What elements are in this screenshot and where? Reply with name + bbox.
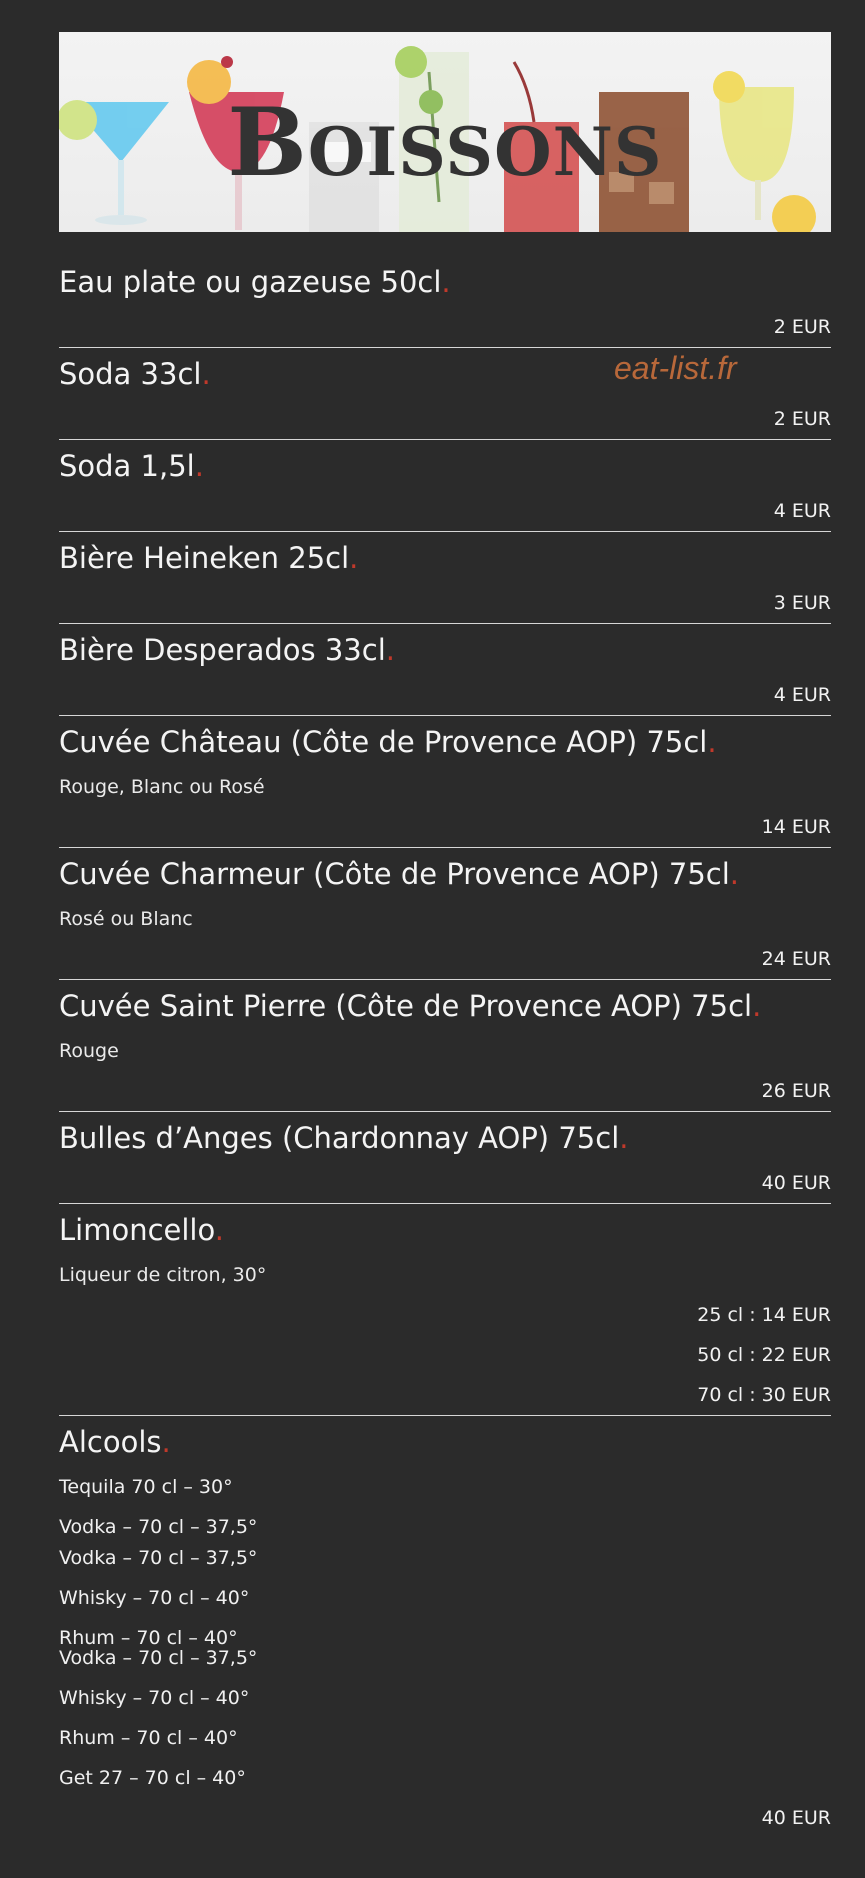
accent-dot: . (752, 989, 762, 1023)
accent-dot: . (214, 1213, 224, 1247)
divider (59, 623, 831, 624)
item-name: Soda 1,5l. (59, 449, 204, 483)
accent-dot: . (161, 1425, 171, 1459)
divider (59, 1203, 831, 1204)
menu-item: Cuvée Château (Côte de Provence AOP) 75c… (59, 728, 831, 848)
banner: Boissons (59, 32, 831, 232)
item-price: 14 EUR (761, 816, 831, 838)
item-price: 70 cl : 30 EUR (697, 1384, 831, 1406)
divider (59, 347, 831, 348)
accent-dot: . (619, 1121, 629, 1155)
item-description: Rouge (59, 1040, 119, 1062)
alcool-line: Whisky – 70 cl – 40° (59, 1687, 250, 1709)
accent-dot: . (707, 725, 717, 759)
accent-dot: . (201, 357, 211, 391)
item-price: 4 EUR (773, 500, 831, 522)
item-price: 2 EUR (773, 316, 831, 338)
item-name: Bière Desperados 33cl. (59, 633, 395, 667)
item-name: Limoncello. (59, 1213, 224, 1247)
menu-item: Bière Desperados 33cl. 4 EUR (59, 636, 831, 716)
item-price: 40 EUR (761, 1807, 831, 1829)
accent-dot: . (441, 265, 451, 299)
menu-item: Soda 33cl. 2 EUR (59, 360, 831, 440)
item-name: Bière Heineken 25cl. (59, 541, 359, 575)
menu-item: Limoncello. Liqueur de citron, 30° 25 cl… (59, 1216, 831, 1416)
item-name: Cuvée Château (Côte de Provence AOP) 75c… (59, 725, 717, 759)
item-price: 26 EUR (761, 1080, 831, 1102)
divider (59, 1415, 831, 1416)
item-name: Cuvée Saint Pierre (Côte de Provence AOP… (59, 989, 762, 1023)
accent-dot: . (385, 633, 395, 667)
divider (59, 979, 831, 980)
item-price: 25 cl : 14 EUR (697, 1304, 831, 1326)
page-title: Boissons (227, 88, 663, 198)
divider (59, 1111, 831, 1112)
item-price: 2 EUR (773, 408, 831, 430)
item-name: Cuvée Charmeur (Côte de Provence AOP) 75… (59, 857, 740, 891)
divider (59, 439, 831, 440)
item-description: Rouge, Blanc ou Rosé (59, 776, 265, 798)
alcool-line: Tequila 70 cl – 30° (59, 1476, 233, 1498)
menu-item: Soda 1,5l. 4 EUR (59, 452, 831, 532)
menu-item: Cuvée Saint Pierre (Côte de Provence AOP… (59, 992, 831, 1112)
menu-item: Eau plate ou gazeuse 50cl. 2 EUR (59, 268, 831, 348)
alcool-line: Vodka – 70 cl – 37,5° (59, 1547, 258, 1569)
item-price: 3 EUR (773, 592, 831, 614)
item-description: Liqueur de citron, 30° (59, 1264, 267, 1286)
item-price: 40 EUR (761, 1172, 831, 1194)
divider (59, 531, 831, 532)
item-price: 24 EUR (761, 948, 831, 970)
accent-dot: . (194, 449, 204, 483)
item-name: Alcools. (59, 1425, 171, 1459)
item-name: Eau plate ou gazeuse 50cl. (59, 265, 451, 299)
alcool-line: Get 27 – 70 cl – 40° (59, 1767, 246, 1789)
menu-item: Bulles d’Anges (Chardonnay AOP) 75cl. 40… (59, 1124, 831, 1204)
divider (59, 715, 831, 716)
accent-dot: . (349, 541, 359, 575)
item-name: Bulles d’Anges (Chardonnay AOP) 75cl. (59, 1121, 629, 1155)
alcool-line: Rhum – 70 cl – 40° (59, 1627, 238, 1649)
accent-dot: . (729, 857, 740, 891)
item-price: 4 EUR (773, 684, 831, 706)
item-name: Soda 33cl. (59, 357, 211, 391)
menu-item: Bière Heineken 25cl. 3 EUR (59, 544, 831, 624)
alcools-section-title: Alcools. (59, 1428, 831, 1468)
alcool-line: Whisky – 70 cl – 40° (59, 1587, 250, 1609)
alcool-line: Vodka – 70 cl – 37,5° (59, 1647, 258, 1669)
divider (59, 847, 831, 848)
item-description: Rosé ou Blanc (59, 908, 193, 930)
menu-item: Cuvée Charmeur (Côte de Provence AOP) 75… (59, 860, 831, 980)
item-price: 50 cl : 22 EUR (697, 1344, 831, 1366)
alcool-line: Vodka – 70 cl – 37,5° (59, 1516, 258, 1538)
alcool-line: Rhum – 70 cl – 40° (59, 1727, 238, 1749)
